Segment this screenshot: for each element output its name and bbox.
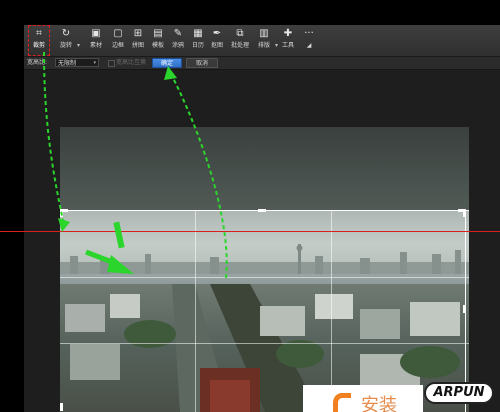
crop-gridline xyxy=(195,210,196,412)
batch-icon: ⧉ xyxy=(236,28,244,39)
crop-handle-top[interactable] xyxy=(258,209,266,212)
crop-icon: ⌗ xyxy=(36,28,42,39)
cropped-out-region xyxy=(60,127,469,210)
photo-skyline xyxy=(60,244,469,274)
toolbar-crop-button[interactable]: ⌗ 裁剪 xyxy=(28,25,50,56)
toolbar-layout-button[interactable]: ▥ 排版 ▾ xyxy=(256,27,278,54)
toolbar-calendar-button[interactable]: ▦ 日历 xyxy=(190,27,206,54)
photo-preview xyxy=(60,127,469,412)
more-icon: ··· xyxy=(304,28,314,39)
logo-glyphs: 安装 xyxy=(361,395,397,412)
toolbar-label: 旋转 xyxy=(59,42,72,49)
toolbar-label: 素材 xyxy=(89,42,102,49)
watermark-logo: 安装 xyxy=(303,385,423,412)
toolbar-rotate-button[interactable]: ↻ 旋转 ▾ xyxy=(58,27,80,54)
layout-icon: ▥ xyxy=(259,28,269,39)
crop-gridline xyxy=(331,210,332,412)
toolbar-more-button[interactable]: ··· ◢ xyxy=(302,27,316,54)
ratio-value: 无限制 xyxy=(58,60,77,67)
chevron-down-icon: ▾ xyxy=(93,60,96,66)
toolbar-template-button[interactable]: ▤ 模板 xyxy=(150,27,166,54)
toolbar-border-button[interactable]: ▢ 边框 xyxy=(110,27,126,54)
crop-handle-bl[interactable] xyxy=(60,403,63,411)
eyedropper-icon: ✒ xyxy=(212,28,222,39)
logo-swoosh-icon xyxy=(333,393,351,412)
toolbar-label: 拼图 xyxy=(131,42,144,49)
swap-ratio-checkbox[interactable] xyxy=(108,60,115,67)
chevron-down-icon[interactable]: ▾ xyxy=(77,42,80,49)
chevron-down-icon[interactable]: ▾ xyxy=(275,42,278,49)
ratio-select[interactable]: 无限制 ▾ xyxy=(55,58,99,67)
main-toolbar: ⌗ 裁剪 ↻ 旋转 ▾ ▣ 素材 ▢ 边框 ⊞ 拼图 ▤ 模板 ✎ 涂鸦 ▦ 日… xyxy=(24,25,500,57)
crop-handle-right[interactable] xyxy=(463,305,466,313)
toolbar-puzzle-button[interactable]: ⊞ 拼图 xyxy=(130,27,146,54)
toolbar-material-button[interactable]: ▣ 素材 xyxy=(88,27,104,54)
watermark-site: ARPUN xyxy=(424,382,494,404)
puzzle-icon: ⊞ xyxy=(133,28,143,39)
crop-selection[interactable] xyxy=(60,210,469,412)
crop-gridline xyxy=(60,343,469,344)
toolbar-eyedrop-button[interactable]: ✒ 抠图 xyxy=(209,27,225,54)
ratio-label: 宽高比: xyxy=(27,59,48,66)
material-icon: ▣ xyxy=(91,28,101,39)
chevron-down-icon: ◢ xyxy=(306,42,312,49)
crop-handle-tl-v[interactable] xyxy=(60,209,63,217)
toolbar-batch-button[interactable]: ⧉ 批处理 xyxy=(229,27,251,54)
toolbar-graffiti-button[interactable]: ✎ 涂鸦 xyxy=(170,27,186,54)
toolbar-label: 日历 xyxy=(191,42,204,49)
brush-icon: ✎ xyxy=(173,28,183,39)
toolbar-label: 排版 xyxy=(257,42,270,49)
toolbar-tools-button[interactable]: ✚ 工具 xyxy=(280,27,296,54)
toolbar-label: 边框 xyxy=(111,42,124,49)
toolbar-label: 裁剪 xyxy=(32,42,45,49)
rotate-icon: ↻ xyxy=(61,28,71,39)
crop-handle-tr-v[interactable] xyxy=(463,209,466,217)
toolbar-label: 批处理 xyxy=(230,42,249,49)
toolbar-label: 模板 xyxy=(151,42,164,49)
toolbar-label: 涂鸦 xyxy=(171,42,184,49)
border-icon: ▢ xyxy=(113,28,123,39)
crop-gridline xyxy=(60,277,469,278)
app-root: ⌗ 裁剪 ↻ 旋转 ▾ ▣ 素材 ▢ 边框 ⊞ 拼图 ▤ 模板 ✎ 涂鸦 ▦ 日… xyxy=(0,0,500,412)
cancel-button[interactable]: 取消 xyxy=(186,58,218,68)
swap-ratio-label: 宽高比互换 xyxy=(116,59,147,66)
guide-line xyxy=(0,231,500,232)
toolbar-label: 工具 xyxy=(281,42,294,49)
wrench-icon: ✚ xyxy=(283,28,293,39)
toolbar-label: 抠图 xyxy=(210,42,223,49)
crop-options-bar: 宽高比: 无限制 ▾ 宽高比互换 确定 取消 xyxy=(24,57,500,70)
calendar-icon: ▦ xyxy=(193,28,203,39)
confirm-button[interactable]: 确定 xyxy=(152,58,182,68)
template-icon: ▤ xyxy=(153,28,163,39)
